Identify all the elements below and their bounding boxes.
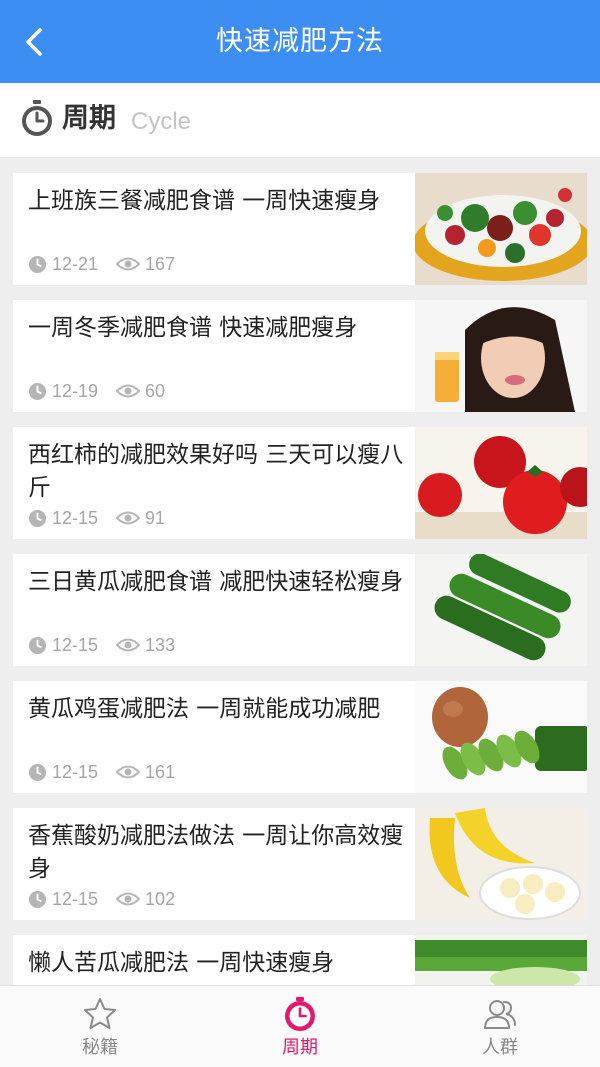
article-views: 133	[145, 634, 176, 655]
clock-icon	[28, 763, 47, 781]
woman-juice-image	[415, 300, 587, 412]
stopwatch-icon	[22, 100, 52, 136]
article-meta: 12-15 133	[28, 634, 175, 656]
list-item[interactable]: 一周冬季减肥食谱 快速减肥瘦身 12-19 60	[13, 300, 587, 412]
people-icon	[484, 1000, 516, 1029]
eye-icon	[116, 257, 141, 271]
eye-icon	[116, 638, 141, 652]
tab-people[interactable]: 人群	[400, 986, 600, 1067]
article-title: 三日黄瓜减肥食谱 减肥快速轻松瘦身	[28, 569, 404, 595]
article-date: 12-21	[52, 253, 99, 274]
page-title: 快速减肥方法	[216, 26, 384, 57]
list-item[interactable]: 西红柿的减肥效果好吗 三天可以瘦八斤 12-15 91	[13, 427, 587, 539]
egg-cucumber-image	[415, 681, 587, 793]
section-subtitle: Cycle	[131, 108, 192, 135]
list-item[interactable]: 上班族三餐减肥食谱 一周快速瘦身 12-21 167	[13, 173, 587, 285]
eye-icon	[116, 384, 141, 398]
tab-label: 人群	[482, 1037, 518, 1058]
list-item[interactable]: 黄瓜鸡蛋减肥法 一周就能成功减肥 12-15 161	[13, 681, 587, 793]
clock-icon	[28, 636, 47, 654]
article-date: 12-15	[52, 634, 99, 655]
clock-icon	[28, 509, 47, 527]
bitter-melon-image	[415, 935, 587, 985]
bottom-tab-bar: 秘籍 周期 人群	[0, 985, 600, 1067]
star-icon	[84, 998, 116, 1029]
eye-icon	[116, 765, 141, 779]
section-title: 周期	[62, 103, 116, 134]
article-title: 西红柿的减肥效果好吗 三天可以瘦八斤	[28, 442, 404, 501]
list-item[interactable]: 三日黄瓜减肥食谱 减肥快速轻松瘦身 12-15 133	[13, 554, 587, 666]
article-title: 香蕉酸奶减肥法做法 一周让你高效瘦身	[28, 823, 404, 882]
article-date: 12-19	[52, 380, 99, 401]
clock-icon	[28, 255, 47, 273]
banana-yogurt-image	[415, 808, 587, 920]
article-meta: 12-19 60	[28, 380, 165, 402]
list-item[interactable]: 懒人苦瓜减肥法 一周快速瘦身	[13, 935, 587, 985]
article-meta: 12-15 102	[28, 888, 175, 910]
article-date: 12-15	[52, 507, 99, 528]
clock-icon	[28, 382, 47, 400]
top-bar: 快速减肥方法	[0, 0, 600, 83]
clock-icon	[28, 890, 47, 908]
section-header: 周期 Cycle	[0, 83, 600, 158]
article-title: 一周冬季减肥食谱 快速减肥瘦身	[28, 315, 358, 341]
cucumbers-image	[415, 554, 587, 666]
list-item[interactable]: 香蕉酸奶减肥法做法 一周让你高效瘦身 12-15 102	[13, 808, 587, 920]
tab-label: 秘籍	[82, 1037, 118, 1058]
article-views: 60	[145, 380, 166, 401]
article-title: 黄瓜鸡蛋减肥法 一周就能成功减肥	[28, 696, 381, 722]
article-date: 12-15	[52, 888, 99, 909]
article-meta: 12-15 91	[28, 507, 165, 529]
article-meta: 12-15 161	[28, 761, 175, 783]
article-views: 91	[145, 507, 166, 528]
article-title: 上班族三餐减肥食谱 一周快速瘦身	[28, 188, 381, 214]
article-meta: 12-21 167	[28, 253, 175, 275]
tab-secrets[interactable]: 秘籍	[0, 986, 200, 1067]
article-list[interactable]: 上班族三餐减肥食谱 一周快速瘦身 12-21 167 一周冬季减肥食谱 快速减肥…	[0, 158, 600, 985]
salad-image	[415, 173, 587, 285]
tab-cycle[interactable]: 周期	[200, 986, 400, 1067]
eye-icon	[116, 892, 141, 906]
tab-label: 周期	[282, 1037, 318, 1058]
article-date: 12-15	[52, 761, 99, 782]
article-views: 161	[145, 761, 176, 782]
eye-icon	[116, 511, 141, 525]
tomatoes-image	[415, 427, 587, 539]
stopwatch-icon	[285, 997, 315, 1031]
article-title: 懒人苦瓜减肥法 一周快速瘦身	[28, 950, 335, 976]
article-views: 167	[145, 253, 176, 274]
article-views: 102	[145, 888, 176, 909]
